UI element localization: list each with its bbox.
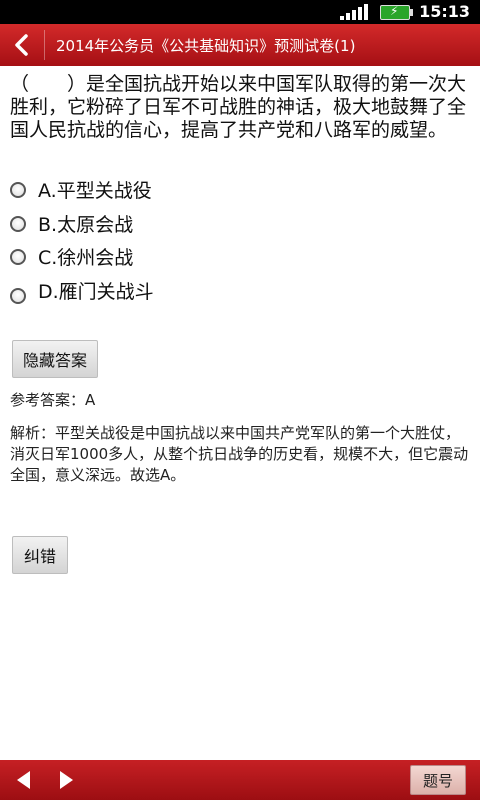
option-label: C.徐州会战 (38, 247, 134, 269)
triangle-right-icon[interactable] (54, 768, 78, 792)
option-d[interactable]: D.雁门关战斗 (10, 277, 154, 304)
status-bar: ⚡ 15:13 (0, 0, 480, 24)
battery-icon: ⚡ (380, 4, 413, 20)
reference-answer: 参考答案：A (10, 391, 96, 409)
hide-answer-button[interactable]: 隐藏答案 (12, 340, 98, 378)
signal-icon (340, 4, 368, 20)
radio-icon[interactable] (10, 287, 26, 304)
page-title: 2014年公务员《公共基础知识》预测试卷(1) (56, 37, 356, 55)
option-label: B.太原会战 (38, 214, 134, 236)
option-label: D.雁门关战斗 (38, 281, 154, 303)
title-bar: 2014年公务员《公共基础知识》预测试卷(1) (0, 24, 480, 66)
title-divider (44, 30, 45, 60)
option-label: A.平型关战役 (38, 180, 152, 202)
option-b[interactable]: B.太原会战 (10, 210, 133, 237)
question-text: （ ）是全国抗战开始以来中国军队取得的第一次大胜利，它粉碎了日军不可战胜的神话，… (10, 73, 467, 141)
triangle-left-icon[interactable] (12, 768, 36, 792)
bottom-bar: 题号 (0, 760, 480, 800)
chevron-left-icon (15, 34, 28, 56)
analysis-text: 解析：平型关战役是中国抗战以来中国共产党军队的第一个大胜仗，消灭日军1000多人… (10, 424, 469, 484)
back-button[interactable] (0, 24, 44, 66)
radio-icon[interactable] (10, 215, 26, 232)
radio-icon[interactable] (10, 181, 26, 198)
option-a[interactable]: A.平型关战役 (10, 176, 152, 203)
radio-icon[interactable] (10, 248, 26, 265)
status-time: 15:13 (419, 2, 470, 21)
option-c[interactable]: C.徐州会战 (10, 243, 133, 270)
question-number-button[interactable]: 题号 (410, 765, 466, 795)
report-error-button[interactable]: 纠错 (12, 536, 68, 574)
